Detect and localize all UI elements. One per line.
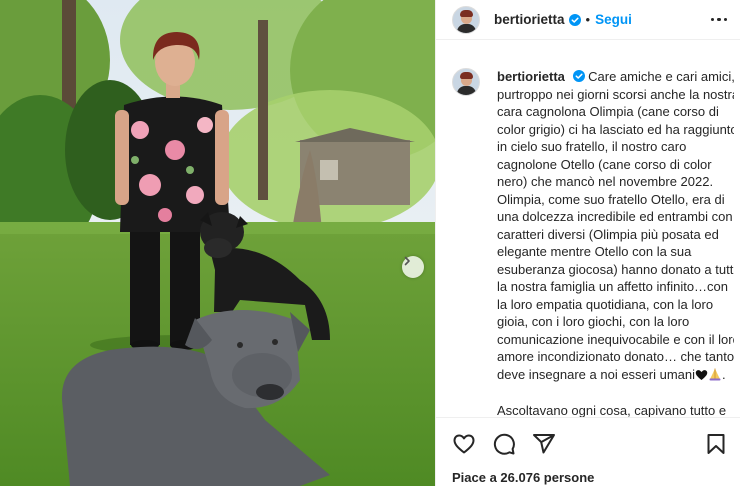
verified-badge-icon (568, 13, 581, 26)
comment-button[interactable] (492, 432, 516, 456)
share-button[interactable] (532, 432, 556, 456)
post-header: bertiorietta • Segui (436, 0, 740, 40)
photo-image (0, 0, 435, 486)
black-heart-icon (695, 368, 708, 386)
carousel-next-button[interactable] (402, 256, 424, 278)
caption-text: bertiorietta Care amiche e cari amici, p… (497, 68, 734, 417)
more-options-icon[interactable] (710, 10, 727, 30)
username-link[interactable]: bertiorietta (494, 12, 565, 27)
avatar[interactable] (452, 5, 480, 34)
chevron-right-icon (404, 256, 410, 266)
praying-hands-icon (708, 367, 722, 386)
caption-paragraph-2: Ascoltavano ogni cosa, capivano tutto e (497, 403, 727, 417)
like-button[interactable] (452, 432, 476, 456)
caption-paragraph-1: Care amiche e cari amici, purtroppo nei … (497, 69, 734, 382)
follow-button[interactable]: Segui (595, 12, 632, 27)
verified-badge-icon (572, 70, 585, 82)
likes-count[interactable]: Piace a 26.076 persone (452, 470, 594, 485)
caption-section: bertiorietta Care amiche e cari amici, p… (452, 68, 734, 417)
separator-dot: • (585, 12, 591, 27)
caption-username-link[interactable]: bertiorietta (497, 69, 565, 84)
post-actions: Piace a 26.076 persone (436, 417, 740, 486)
post-photo[interactable] (0, 0, 435, 486)
caption-avatar[interactable] (452, 68, 480, 96)
save-button[interactable] (704, 432, 728, 456)
post-side-panel: bertiorietta • Segui bertiorietta Care a… (435, 0, 740, 486)
